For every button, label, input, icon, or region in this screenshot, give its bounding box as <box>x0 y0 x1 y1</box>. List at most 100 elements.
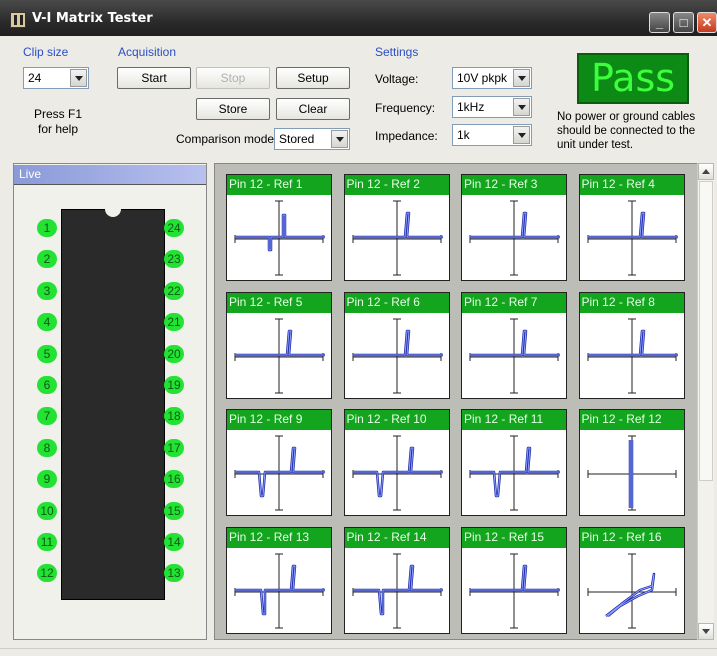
pin-15[interactable]: 15 <box>164 501 184 520</box>
vi-curve <box>470 211 560 239</box>
pin-14[interactable]: 14 <box>164 533 184 551</box>
pin-8[interactable]: 8 <box>37 438 57 457</box>
pass-indicator: Pass <box>577 53 689 104</box>
pin-16[interactable]: 16 <box>164 470 184 489</box>
vi-plot <box>234 553 325 628</box>
pin-24[interactable]: 24 <box>164 219 184 237</box>
vi-curve-highlight <box>352 565 443 614</box>
pin-18[interactable]: 18 <box>164 407 184 426</box>
cell-label: Pin 12 - Ref 8 <box>579 292 684 313</box>
vi-plot <box>469 318 560 393</box>
clip-size-select[interactable]: 24 <box>23 67 89 89</box>
chevron-down-icon[interactable] <box>331 130 348 148</box>
minimize-icon[interactable]: _ <box>649 12 670 33</box>
vi-cell[interactable]: Pin 12 - Ref 14 <box>343 526 450 634</box>
close-icon[interactable]: ✕ <box>697 12 717 33</box>
title-bar[interactable]: V-I Matrix Tester _ □ ✕ <box>0 0 717 36</box>
clip-size-value: 24 <box>28 71 42 85</box>
vi-tester-icon <box>10 12 26 28</box>
pin-23[interactable]: 23 <box>164 250 184 269</box>
cell-label: Pin 12 - Ref 15 <box>462 527 566 548</box>
vi-cell[interactable]: Pin 12 - Ref 3 <box>461 174 567 281</box>
vi-curve-highlight <box>587 212 678 238</box>
stop-button[interactable]: Stop <box>196 67 270 89</box>
frequency-select[interactable]: 1kHz <box>452 96 532 118</box>
voltage-label: Voltage: <box>375 72 419 86</box>
setup-button[interactable]: Setup <box>276 67 350 89</box>
cell-label: Pin 12 - Ref 1 <box>227 175 331 195</box>
pin-5[interactable]: 5 <box>37 344 57 363</box>
vi-curve-highlight <box>470 447 560 497</box>
cell-label: Pin 12 - Ref 3 <box>462 175 566 195</box>
vi-cell[interactable]: Pin 12 - Ref 7 <box>461 291 567 399</box>
vi-cell[interactable]: Pin 12 - Ref 1 <box>226 174 332 281</box>
vi-cell[interactable]: Pin 12 - Ref 12 <box>578 409 685 516</box>
pin-3[interactable]: 3 <box>37 281 57 300</box>
status-bar <box>0 648 717 656</box>
pin-11[interactable]: 11 <box>37 533 57 551</box>
pin-9[interactable]: 9 <box>37 470 57 489</box>
maximize-icon[interactable]: □ <box>673 12 694 33</box>
chevron-down-icon[interactable] <box>513 69 530 87</box>
vi-cell[interactable]: Pin 12 - Ref 4 <box>578 174 685 281</box>
scroll-down-icon[interactable] <box>698 623 714 640</box>
pin-2[interactable]: 2 <box>37 250 57 269</box>
pin-22[interactable]: 22 <box>164 281 184 300</box>
pin-20[interactable]: 20 <box>164 344 184 363</box>
pin-21[interactable]: 21 <box>164 313 184 332</box>
cell-label: Pin 12 - Ref 7 <box>462 292 566 313</box>
pin-17[interactable]: 17 <box>164 438 184 457</box>
voltage-select[interactable]: 10V pkpk <box>452 67 532 89</box>
chevron-down-icon[interactable] <box>70 69 87 87</box>
voltage-value: 10V pkpk <box>457 71 508 85</box>
vertical-scrollbar[interactable] <box>697 163 714 640</box>
vi-plot <box>469 553 560 628</box>
pin-10[interactable]: 10 <box>37 501 57 520</box>
pin-6[interactable]: 6 <box>37 376 57 394</box>
pin-4[interactable]: 4 <box>37 313 57 332</box>
vi-plot <box>587 200 678 276</box>
clip-size-group-label: Clip size <box>23 45 69 59</box>
vi-cell[interactable]: Pin 12 - Ref 8 <box>578 291 685 399</box>
pin-13[interactable]: 13 <box>164 564 184 583</box>
vi-cell[interactable]: Pin 12 - Ref 6 <box>343 291 450 399</box>
vi-curve-highlight <box>352 212 443 238</box>
vi-plot <box>587 553 676 628</box>
clear-button[interactable]: Clear <box>276 98 350 120</box>
vi-cell[interactable]: Pin 12 - Ref 11 <box>461 409 567 516</box>
cell-label: Pin 12 - Ref 14 <box>344 527 449 548</box>
vi-cell[interactable]: Pin 12 - Ref 16 <box>578 526 685 634</box>
pin-19[interactable]: 19 <box>164 376 184 394</box>
chevron-down-icon[interactable] <box>513 98 530 116</box>
settings-group-label: Settings <box>375 45 419 59</box>
pin-12[interactable]: 12 <box>37 564 57 583</box>
vi-cell[interactable]: Pin 12 - Ref 2 <box>343 174 450 281</box>
vi-plot <box>234 435 325 511</box>
vi-curve <box>470 564 560 591</box>
cell-label: Pin 12 - Ref 16 <box>579 527 684 548</box>
pin-1[interactable]: 1 <box>37 219 57 237</box>
vi-cell[interactable]: Pin 12 - Ref 5 <box>226 291 332 399</box>
vi-cell[interactable]: Pin 12 - Ref 13 <box>226 526 332 634</box>
store-button[interactable]: Store <box>196 98 270 120</box>
vi-curve <box>604 572 655 617</box>
vi-curve <box>352 329 443 356</box>
vi-cell[interactable]: Pin 12 - Ref 9 <box>226 409 332 516</box>
cell-label: Pin 12 - Ref 5 <box>227 292 331 313</box>
start-button[interactable]: Start <box>117 67 191 89</box>
scroll-thumb[interactable] <box>699 181 713 481</box>
chip-notch <box>105 209 121 217</box>
vi-cell[interactable]: Pin 12 - Ref 15 <box>461 526 567 634</box>
cell-label: Pin 12 - Ref 10 <box>344 410 449 430</box>
chevron-down-icon[interactable] <box>513 126 530 144</box>
vi-cell[interactable]: Pin 12 - Ref 10 <box>343 409 450 516</box>
vi-plot <box>234 318 325 393</box>
window-title: V-I Matrix Tester <box>32 11 153 26</box>
scroll-up-icon[interactable] <box>698 163 714 180</box>
vi-curve-highlight <box>352 447 443 497</box>
comparison-mode-select[interactable]: Stored <box>274 128 350 150</box>
comparison-mode-label: Comparison mode <box>176 132 275 146</box>
pin-7[interactable]: 7 <box>37 407 57 426</box>
vi-plot <box>352 553 443 628</box>
impedance-select[interactable]: 1k <box>452 124 532 146</box>
